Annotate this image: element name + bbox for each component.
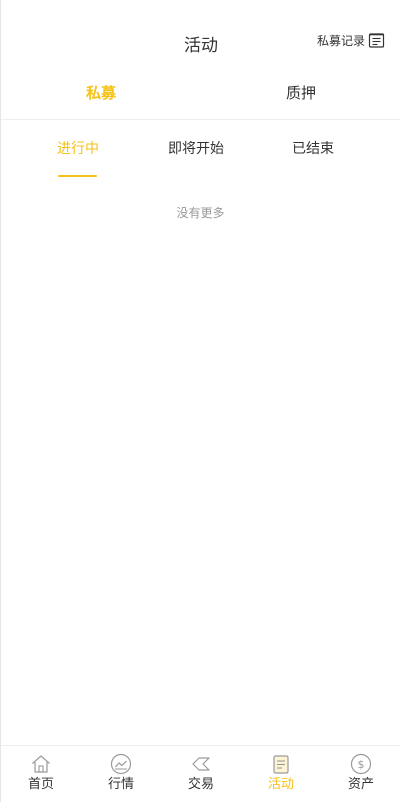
tab-upcoming[interactable]: 即将开始 — [168, 138, 224, 158]
record-link-label: 私募记录 — [316, 34, 365, 48]
tab-in-progress[interactable]: 进行中 — [57, 138, 99, 158]
private-placement-record-link[interactable]: 私募记录 — [317, 32, 385, 49]
tabbar-item-trade[interactable]: 交易 — [161, 746, 241, 800]
tabbar-label-assets: 资产 — [347, 777, 374, 792]
list-document-icon — [368, 33, 385, 48]
main-tabs: 私募 质押 — [1, 70, 400, 120]
tabbar-item-assets[interactable]: $ 资产 — [321, 746, 400, 800]
tab-private-placement[interactable]: 私募 — [1, 70, 201, 114]
tabbar-item-market[interactable]: 行情 — [81, 746, 161, 800]
bottom-tab-bar: 首页 行情 交易 活动 $ 资产 — [1, 745, 400, 802]
tabbar-label-activity: 活动 — [267, 777, 294, 792]
tabbar-label-home: 首页 — [27, 777, 54, 792]
status-tabs: 进行中 即将开始 已结束 — [1, 126, 400, 180]
tabbar-item-activity[interactable]: 活动 — [241, 746, 321, 800]
activity-document-icon — [273, 755, 289, 774]
tabbar-label-market: 行情 — [107, 777, 134, 792]
tabbar-label-trade: 交易 — [187, 777, 214, 792]
market-chart-icon — [110, 753, 132, 775]
trade-icon — [192, 757, 210, 771]
tabbar-item-home[interactable]: 首页 — [1, 746, 81, 800]
svg-text:$: $ — [358, 758, 365, 771]
dollar-coin-icon: $ — [350, 753, 372, 775]
tab-ended[interactable]: 已结束 — [292, 138, 334, 158]
home-icon — [32, 755, 50, 773]
app-screen: 活动 私募记录 私募 质押 进行中 即将开始 已结束 没有更多 首页 行情 交易… — [0, 0, 400, 802]
active-tab-underline — [58, 175, 97, 177]
tab-staking[interactable]: 质押 — [201, 70, 400, 114]
no-more-text: 没有更多 — [176, 206, 225, 220]
